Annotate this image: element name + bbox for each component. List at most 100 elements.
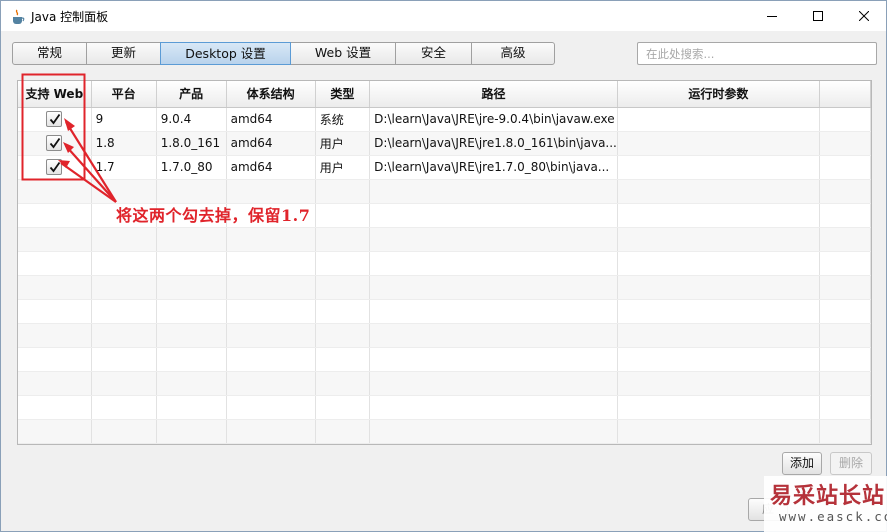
- empty-cell: [91, 323, 157, 348]
- empty-cell: [226, 275, 316, 300]
- empty-cell: [819, 347, 871, 372]
- table-row-empty: [18, 179, 871, 204]
- empty-cell: [315, 419, 371, 444]
- empty-cell: [369, 203, 618, 228]
- tab-security[interactable]: 安全: [396, 43, 472, 64]
- params-cell[interactable]: [617, 131, 820, 156]
- column-header-product[interactable]: 产品: [156, 81, 227, 108]
- empty-cell: [156, 251, 227, 276]
- tab-desktop-settings[interactable]: Desktop 设置: [160, 42, 291, 65]
- empty-cell: [91, 395, 157, 420]
- empty-cell: [18, 323, 92, 348]
- empty-cell: [617, 227, 820, 252]
- empty-cell: [18, 251, 92, 276]
- web-enabled-checkbox[interactable]: [46, 111, 63, 127]
- empty-cell: [18, 371, 92, 396]
- empty-cell: [617, 371, 820, 396]
- table-header-row: 支持 Web 平台 产品 体系结构 类型 路径 运行时参数: [18, 81, 871, 108]
- type-cell: 用户: [315, 155, 371, 180]
- table-row-empty: [18, 323, 871, 348]
- empty-cell: [819, 299, 871, 324]
- check-icon: [50, 161, 61, 173]
- table-row-empty: [18, 275, 871, 300]
- table-row[interactable]: 9 9.0.4 amd64 系统 D:\learn\Java\JRE\jre-9…: [18, 107, 871, 132]
- remove-button[interactable]: 删除: [830, 452, 872, 475]
- empty-cell: [91, 179, 157, 204]
- annotation-note: 将这两个勾去掉，保留1.7: [116, 206, 311, 225]
- java-app-icon: [11, 9, 25, 25]
- params-cell[interactable]: [617, 155, 820, 180]
- empty-cell: [819, 107, 871, 132]
- empty-cell: [315, 203, 371, 228]
- type-cell: 用户: [315, 131, 371, 156]
- product-cell: 1.7.0_80: [156, 155, 227, 180]
- column-header-type[interactable]: 类型: [315, 81, 371, 108]
- empty-cell: [91, 371, 157, 396]
- empty-cell: [18, 227, 92, 252]
- empty-cell: [819, 395, 871, 420]
- column-header-web[interactable]: 支持 Web: [18, 81, 92, 108]
- empty-cell: [617, 347, 820, 372]
- column-header-arch[interactable]: 体系结构: [226, 81, 316, 108]
- params-cell[interactable]: [617, 107, 820, 132]
- empty-cell: [18, 203, 92, 228]
- title-bar: Java 控制面板: [1, 1, 886, 31]
- jre-table: 支持 Web 平台 产品 体系结构 类型 路径 运行时参数 9 9.0.4 am…: [17, 80, 872, 445]
- tab-advanced[interactable]: 高级: [472, 43, 554, 64]
- empty-cell: [315, 323, 371, 348]
- empty-cell: [156, 323, 227, 348]
- table-row[interactable]: 1.7 1.7.0_80 amd64 用户 D:\learn\Java\JRE\…: [18, 155, 871, 180]
- tab-web-settings[interactable]: Web 设置: [291, 43, 396, 64]
- empty-cell: [18, 179, 92, 204]
- web-checkbox-cell: [18, 131, 92, 156]
- empty-cell: [369, 371, 618, 396]
- empty-cell: [91, 347, 157, 372]
- empty-cell: [819, 251, 871, 276]
- product-cell: 9.0.4: [156, 107, 227, 132]
- maximize-button[interactable]: [795, 1, 841, 31]
- empty-cell: [156, 395, 227, 420]
- empty-cell: [91, 275, 157, 300]
- arch-cell: amd64: [226, 107, 316, 132]
- column-header-path[interactable]: 路径: [369, 81, 618, 108]
- minimize-button[interactable]: [749, 1, 795, 31]
- empty-cell: [369, 179, 618, 204]
- table-row-empty: [18, 251, 871, 276]
- window-title: Java 控制面板: [31, 10, 109, 24]
- empty-cell: [369, 323, 618, 348]
- empty-cell: [369, 275, 618, 300]
- empty-cell: [226, 299, 316, 324]
- empty-cell: [18, 419, 92, 444]
- close-button[interactable]: [841, 1, 887, 31]
- empty-cell: [617, 251, 820, 276]
- empty-cell: [156, 371, 227, 396]
- empty-cell: [226, 179, 316, 204]
- web-enabled-checkbox[interactable]: [46, 159, 63, 175]
- maximize-icon: [813, 11, 823, 21]
- tab-general[interactable]: 常规: [13, 43, 87, 64]
- table-row-empty: [18, 299, 871, 324]
- empty-cell: [315, 347, 371, 372]
- empty-cell: [156, 227, 227, 252]
- add-button[interactable]: 添加: [782, 452, 822, 475]
- table-row[interactable]: 1.8 1.8.0_161 amd64 用户 D:\learn\Java\JRE…: [18, 131, 871, 156]
- empty-cell: [156, 299, 227, 324]
- empty-cell: [315, 227, 371, 252]
- column-header-platform[interactable]: 平台: [91, 81, 157, 108]
- empty-cell: [156, 275, 227, 300]
- empty-cell: [819, 275, 871, 300]
- arch-cell: amd64: [226, 155, 316, 180]
- empty-cell: [617, 299, 820, 324]
- column-header-params[interactable]: 运行时参数: [617, 81, 820, 108]
- search-input[interactable]: [637, 42, 877, 65]
- minimize-icon: [767, 16, 777, 17]
- empty-cell: [369, 299, 618, 324]
- web-enabled-checkbox[interactable]: [46, 135, 63, 151]
- empty-cell: [156, 419, 227, 444]
- tab-update[interactable]: 更新: [87, 43, 161, 64]
- table-row-empty: [18, 419, 871, 444]
- empty-cell: [315, 251, 371, 276]
- table-row-empty: [18, 347, 871, 372]
- table-row-empty: [18, 227, 871, 252]
- empty-cell: [226, 371, 316, 396]
